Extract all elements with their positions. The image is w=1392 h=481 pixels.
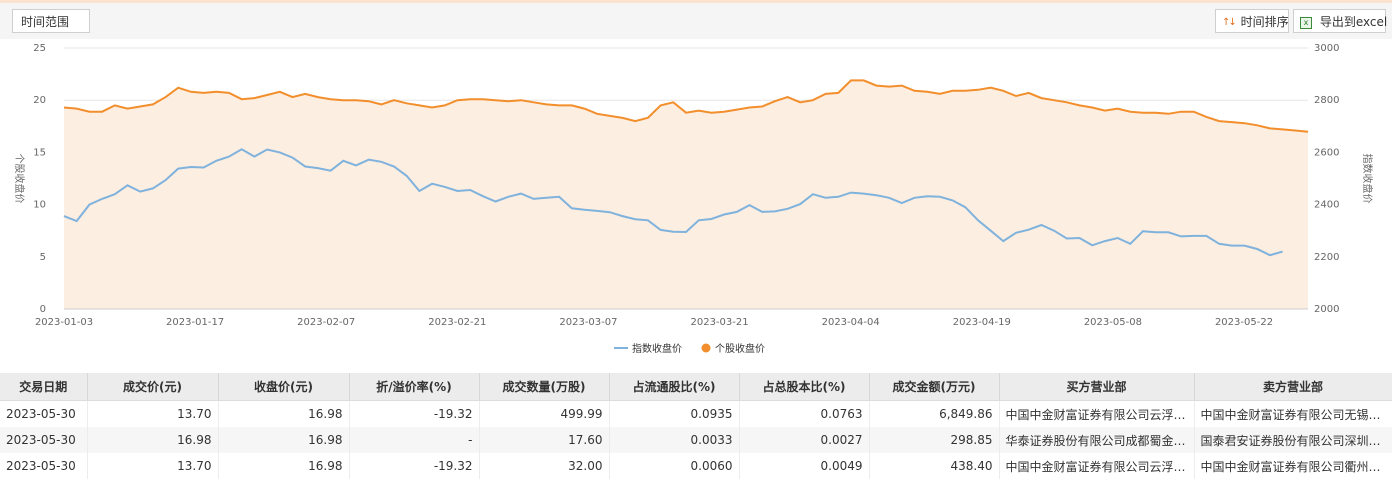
price-chart: 0 5 10 15 20 25 2000 2200 2400 2600 2800 3000 2023-0… [13, 43, 1374, 355]
right-tick-label: 2600 [1314, 147, 1339, 158]
header-amount[interactable]: 成交金额(万元) [869, 373, 1000, 401]
left-tick-label: 20 [33, 95, 46, 106]
cell-deal-price: 13.70 [87, 400, 219, 427]
sort-arrows-icon: ↑↓ [1222, 16, 1237, 28]
cell-amount: 298.85 [869, 427, 1000, 453]
stock-area-fill [64, 80, 1308, 310]
cell-volume: 17.60 [479, 427, 610, 453]
export-excel-button[interactable]: x 导出到excel [1293, 9, 1388, 33]
cell-total-ratio: 0.0049 [739, 453, 870, 479]
left-tick-label: 0 [40, 304, 46, 315]
cell-deal-price: 16.98 [87, 427, 219, 453]
cell-seller[interactable]: 中国中金财富证券有限公司衢州… [1194, 453, 1392, 479]
cell-premium-rate: -19.32 [349, 453, 480, 479]
cell-seller[interactable]: 中国中金财富证券有限公司无锡… [1194, 400, 1392, 427]
header-buyer[interactable]: 买方营业部 [999, 373, 1195, 401]
x-tick-label: 2023-04-19 [953, 317, 1011, 328]
time-range-label: 时间范围 [21, 15, 70, 29]
x-tick-label: 2023-05-08 [1084, 317, 1142, 328]
cell-total-ratio: 0.0763 [739, 400, 870, 427]
header-premium-rate[interactable]: 折/溢价率(%) [349, 373, 480, 401]
header-float-ratio[interactable]: 占流通股比(%) [609, 373, 740, 401]
cell-float-ratio: 0.0935 [609, 400, 740, 427]
header-volume[interactable]: 成交数量(万股) [479, 373, 610, 401]
x-tick-label: 2023-01-03 [35, 317, 93, 328]
cell-trade-date: 2023-05-30 [0, 427, 88, 453]
left-axis-label: 个股收盘价 [13, 154, 26, 204]
time-range-button[interactable]: 时间范围 [12, 9, 90, 33]
x-tick-label: 2023-02-21 [428, 317, 486, 328]
x-tick-label: 2023-05-22 [1215, 317, 1273, 328]
time-sort-label: 时间排序 [1240, 15, 1289, 29]
chart-toolbar: 时间范围 ↑↓ 时间排序 x 导出到excel [0, 3, 1392, 39]
legend-index-label[interactable]: 指数收盘价 [632, 342, 682, 355]
x-tick-label: 2023-01-17 [166, 317, 224, 328]
cell-volume: 499.99 [479, 400, 610, 427]
cell-close-price: 16.98 [218, 427, 350, 453]
header-deal-price[interactable]: 成交价(元) [87, 373, 219, 401]
block-trade-table: 交易日期 成交价(元) 收盘价(元) 折/溢价率(%) 成交数量(万股) 占流通… [0, 373, 1392, 479]
x-tick-label: 2023-04-04 [822, 317, 880, 328]
x-tick-label: 2023-03-21 [690, 317, 748, 328]
right-tick-label: 2400 [1314, 200, 1339, 211]
header-close-price[interactable]: 收盘价(元) [218, 373, 350, 401]
cell-deal-price: 13.70 [87, 453, 219, 479]
cell-seller[interactable]: 国泰君安证券股份有限公司深圳… [1194, 427, 1392, 453]
excel-icon: x [1300, 16, 1312, 29]
cell-total-ratio: 0.0027 [739, 427, 870, 453]
header-trade-date[interactable]: 交易日期 [0, 373, 88, 401]
table-row: 2023-05-30 13.70 16.98 -19.32 32.00 0.00… [0, 453, 1392, 479]
time-sort-button[interactable]: ↑↓ 时间排序 [1215, 9, 1289, 33]
right-axis-label: 指数收盘价 [1361, 154, 1374, 204]
right-tick-label: 2200 [1314, 252, 1339, 263]
header-seller[interactable]: 卖方营业部 [1194, 373, 1392, 401]
cell-amount: 438.40 [869, 453, 1000, 479]
chart-legend[interactable]: 指数收盘价 个股收盘价 [614, 342, 765, 355]
table-row: 2023-05-30 13.70 16.98 -19.32 499.99 0.0… [0, 400, 1392, 427]
header-total-ratio[interactable]: 占总股本比(%) [739, 373, 870, 401]
legend-stock-label[interactable]: 个股收盘价 [715, 342, 765, 355]
cell-buyer[interactable]: 中国中金财富证券有限公司云浮… [999, 453, 1195, 479]
cell-close-price: 16.98 [218, 453, 350, 479]
cell-trade-date: 2023-05-30 [0, 400, 88, 427]
cell-premium-rate: -19.32 [349, 400, 480, 427]
left-tick-label: 10 [33, 200, 46, 211]
cell-buyer[interactable]: 华泰证券股份有限公司成都蜀金… [999, 427, 1195, 453]
cell-volume: 32.00 [479, 453, 610, 479]
left-tick-label: 15 [33, 147, 46, 158]
right-tick-label: 2800 [1314, 95, 1339, 106]
cell-buyer[interactable]: 中国中金财富证券有限公司云浮… [999, 400, 1195, 427]
stock-area-path [64, 80, 1308, 310]
right-tick-label: 2000 [1314, 304, 1339, 315]
cell-trade-date: 2023-05-30 [0, 453, 88, 479]
cell-close-price: 16.98 [218, 400, 350, 427]
cell-amount: 6,849.86 [869, 400, 1000, 427]
left-tick-label: 25 [33, 43, 46, 54]
legend-stock-swatch [701, 343, 711, 353]
table-header-row: 交易日期 成交价(元) 收盘价(元) 折/溢价率(%) 成交数量(万股) 占流通… [0, 373, 1392, 401]
cell-premium-rate: - [349, 427, 480, 453]
right-tick-label: 3000 [1314, 43, 1339, 54]
export-excel-label: 导出到excel [1319, 15, 1388, 29]
cell-float-ratio: 0.0060 [609, 453, 740, 479]
cell-float-ratio: 0.0033 [609, 427, 740, 453]
x-tick-label: 2023-02-07 [297, 317, 355, 328]
left-tick-label: 5 [40, 252, 46, 263]
x-tick-label: 2023-03-07 [559, 317, 617, 328]
table-row: 2023-05-30 16.98 16.98 - 17.60 0.0033 0.… [0, 427, 1392, 453]
